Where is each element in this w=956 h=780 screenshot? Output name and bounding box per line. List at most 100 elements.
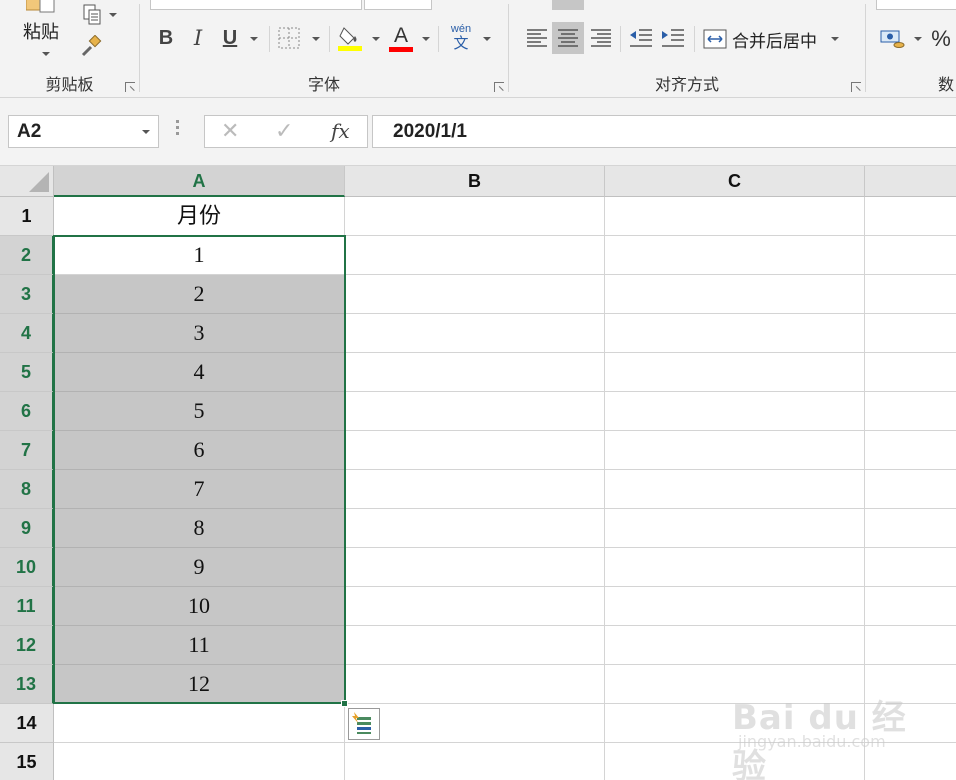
cell-c7[interactable] [605, 431, 865, 470]
cell-a12[interactable]: 11 [54, 626, 345, 665]
cell-b1[interactable] [345, 197, 605, 236]
row-header[interactable]: 4 [0, 314, 54, 353]
cell-d4[interactable] [865, 314, 956, 353]
cell-b3[interactable] [345, 275, 605, 314]
cell-a7[interactable]: 6 [54, 431, 345, 470]
cell-d14[interactable] [865, 704, 956, 743]
cell-d10[interactable] [865, 548, 956, 587]
row-header[interactable]: 12 [0, 626, 54, 665]
cell-a4[interactable]: 3 [54, 314, 345, 353]
align-top-partial[interactable] [552, 0, 584, 10]
font-color-button[interactable]: A [386, 22, 416, 54]
cell-b4[interactable] [345, 314, 605, 353]
cell-b8[interactable] [345, 470, 605, 509]
cell-c11[interactable] [605, 587, 865, 626]
cell-d8[interactable] [865, 470, 956, 509]
row-header[interactable]: 10 [0, 548, 54, 587]
cell-d6[interactable] [865, 392, 956, 431]
cell-d15[interactable] [865, 743, 956, 780]
insert-function-button[interactable]: fx [331, 119, 350, 143]
cell-d7[interactable] [865, 431, 956, 470]
cell-d12[interactable] [865, 626, 956, 665]
cell-b14[interactable] [345, 704, 605, 743]
cell-b10[interactable] [345, 548, 605, 587]
select-all-button[interactable] [0, 166, 54, 197]
italic-button[interactable]: I [184, 24, 212, 52]
cell-b11[interactable] [345, 587, 605, 626]
cell-c9[interactable] [605, 509, 865, 548]
row-header[interactable]: 7 [0, 431, 54, 470]
cell-c12[interactable] [605, 626, 865, 665]
row-header[interactable]: 5 [0, 353, 54, 392]
cell-a3[interactable]: 2 [54, 275, 345, 314]
phonetic-dropdown-caret[interactable] [483, 37, 491, 41]
cell-c13[interactable] [605, 665, 865, 704]
font-grow-shrink[interactable] [436, 0, 486, 10]
row-header[interactable]: 14 [0, 704, 54, 743]
column-header-c[interactable]: C [605, 166, 865, 197]
column-header-a[interactable]: A [54, 166, 345, 197]
cell-c6[interactable] [605, 392, 865, 431]
merge-center-button[interactable]: 合并后居中 [703, 24, 853, 54]
percent-style-button[interactable]: % [928, 24, 954, 54]
cell-a9[interactable]: 8 [54, 509, 345, 548]
borders-dropdown-caret[interactable] [312, 37, 320, 41]
bold-button[interactable]: B [152, 24, 180, 52]
cell-a6[interactable]: 5 [54, 392, 345, 431]
cell-b5[interactable] [345, 353, 605, 392]
cancel-entry-icon[interactable]: ✕ [221, 118, 239, 144]
cell-c2[interactable] [605, 236, 865, 275]
underline-button[interactable]: U [216, 24, 244, 52]
accounting-dropdown-caret[interactable] [914, 37, 922, 41]
cell-b15[interactable] [345, 743, 605, 780]
cell-c10[interactable] [605, 548, 865, 587]
align-right-button[interactable] [585, 22, 617, 54]
row-header[interactable]: 13 [0, 665, 54, 704]
name-box-dropdown-caret[interactable] [142, 130, 150, 134]
cell-a10[interactable]: 9 [54, 548, 345, 587]
cell-b12[interactable] [345, 626, 605, 665]
alignment-dialog-launcher[interactable] [851, 82, 861, 92]
cell-a5[interactable]: 4 [54, 353, 345, 392]
cell-a2[interactable]: 1 [54, 236, 345, 275]
cell-b9[interactable] [345, 509, 605, 548]
formula-input[interactable]: 2020/1/1 [372, 115, 956, 148]
increase-indent-button[interactable] [657, 22, 689, 54]
cell-c1[interactable] [605, 197, 865, 236]
row-header[interactable]: 15 [0, 743, 54, 780]
fill-handle[interactable] [341, 700, 348, 707]
cell-b2[interactable] [345, 236, 605, 275]
cell-a13[interactable]: 12 [54, 665, 345, 704]
paste-button[interactable]: 粘贴 [10, 0, 70, 64]
cell-a11[interactable]: 10 [54, 587, 345, 626]
formula-bar-resize-handle[interactable] [176, 120, 180, 140]
row-header[interactable]: 3 [0, 275, 54, 314]
cell-c8[interactable] [605, 470, 865, 509]
font-color-dropdown-caret[interactable] [422, 37, 430, 41]
wrap-text-partial[interactable] [705, 0, 815, 2]
row-header[interactable]: 6 [0, 392, 54, 431]
cell-d9[interactable] [865, 509, 956, 548]
column-header-d[interactable] [865, 166, 956, 197]
row-header[interactable]: 11 [0, 587, 54, 626]
underline-dropdown-caret[interactable] [250, 37, 258, 41]
row-header[interactable]: 9 [0, 509, 54, 548]
column-header-b[interactable]: B [345, 166, 605, 197]
copy-button[interactable] [78, 2, 122, 28]
borders-button[interactable] [274, 24, 304, 52]
cell-b13[interactable] [345, 665, 605, 704]
font-name-box[interactable] [150, 0, 362, 10]
name-box[interactable]: A2 [8, 115, 159, 148]
font-size-box[interactable] [364, 0, 432, 10]
font-dialog-launcher[interactable] [494, 82, 504, 92]
format-painter-button[interactable] [78, 34, 104, 60]
merge-center-dropdown-caret[interactable] [831, 37, 839, 41]
cell-d3[interactable] [865, 275, 956, 314]
align-center-button[interactable] [552, 22, 584, 54]
cell-a14[interactable] [54, 704, 345, 743]
copy-dropdown-caret[interactable] [109, 13, 117, 17]
cell-c15[interactable] [605, 743, 865, 780]
phonetic-guide-button[interactable]: wén 文 [446, 22, 476, 54]
row-header[interactable]: 8 [0, 470, 54, 509]
cell-a1[interactable]: 月份 [54, 197, 345, 236]
